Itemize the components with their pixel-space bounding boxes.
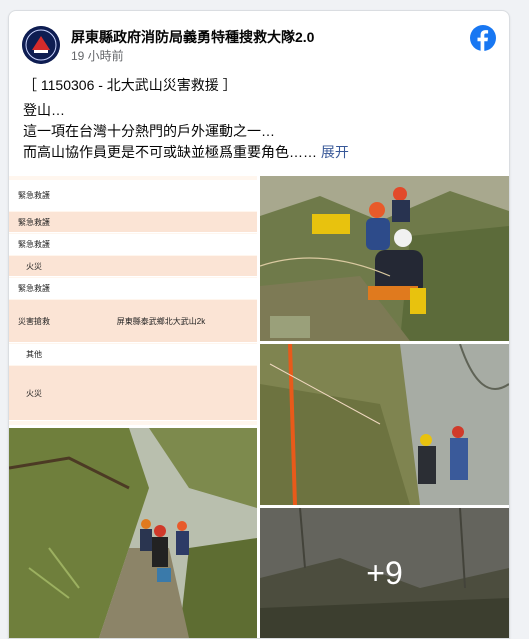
table-row: 火災 <box>9 256 257 277</box>
page-name[interactable]: 屏東縣政府消防局義勇特種搜救大隊2.0 <box>71 27 314 47</box>
photo-incident-table[interactable]: 緊急救護 緊急救護 緊急救護 火災 緊急救護 災害搶救 屏東縣泰武鄉北大武山2k… <box>9 176 257 425</box>
post-line: 登山… <box>23 102 65 118</box>
table-cell-value <box>65 366 257 420</box>
page-avatar[interactable] <box>22 26 60 64</box>
facebook-logo-icon[interactable] <box>470 25 496 51</box>
photo-rope-slope[interactable] <box>260 344 509 505</box>
photo-rescuers-slope[interactable] <box>260 176 509 341</box>
post-line-text: 而高山協作員更是不可或缺並極爲重要角色…… <box>23 144 317 160</box>
table-cell-value: 屏東縣泰武鄉北大武山2k <box>116 316 206 326</box>
photo-more[interactable]: +9 <box>260 508 509 638</box>
table-cell-value <box>65 256 257 276</box>
table-cell-label: 火災 <box>26 388 42 398</box>
table-row: 緊急救護 <box>9 278 257 299</box>
table-cell-value <box>65 180 257 210</box>
table-row: 緊急救護 <box>9 180 257 211</box>
post-line: 這一項在台灣十分熱門的戶外運動之一… <box>23 123 275 139</box>
table-cell-value <box>65 212 257 232</box>
table-cell-value <box>65 344 257 364</box>
table-cell-label: 緊急救護 <box>18 283 50 293</box>
see-more-link[interactable]: 展开 <box>321 144 349 160</box>
table-cell-label: 緊急救護 <box>18 239 50 249</box>
post-text: ［ 1150306 - 北大武山災害救援 ］ 登山… 這一項在台灣十分熱門的戶外… <box>23 75 493 163</box>
table-cell-value <box>65 234 257 254</box>
table-cell-label: 火災 <box>26 261 42 271</box>
post-title-line: ［ 1150306 - 北大武山災害救援 ］ <box>23 77 237 93</box>
table-row: 災害搶救 屏東縣泰武鄉北大武山2k <box>9 300 257 343</box>
table-cell-label: 其他 <box>26 349 42 359</box>
photo-trail-rescuers[interactable] <box>9 428 257 638</box>
post-card: 屏東縣政府消防局義勇特種搜救大隊2.0 19 小時前 ［ 1150306 - 北… <box>8 10 510 639</box>
more-photos-count[interactable]: +9 <box>260 508 509 638</box>
table-row: 其他 <box>9 344 257 365</box>
table-cell-value <box>65 278 257 298</box>
photo-grid: 緊急救護 緊急救護 緊急救護 火災 緊急救護 災害搶救 屏東縣泰武鄉北大武山2k… <box>9 176 509 638</box>
table-cell-label: 緊急救護 <box>18 217 50 227</box>
post-timestamp[interactable]: 19 小時前 <box>71 47 124 64</box>
table-cell-label: 緊急救護 <box>18 190 50 200</box>
table-row: 緊急救護 <box>9 212 257 233</box>
table-row: 火災 <box>9 366 257 421</box>
table-row: 緊急救護 <box>9 234 257 255</box>
post-line-last: 而高山協作員更是不可或缺並極爲重要角色…… 展开 <box>23 142 493 163</box>
table-cell-label: 災害搶救 <box>18 316 50 326</box>
